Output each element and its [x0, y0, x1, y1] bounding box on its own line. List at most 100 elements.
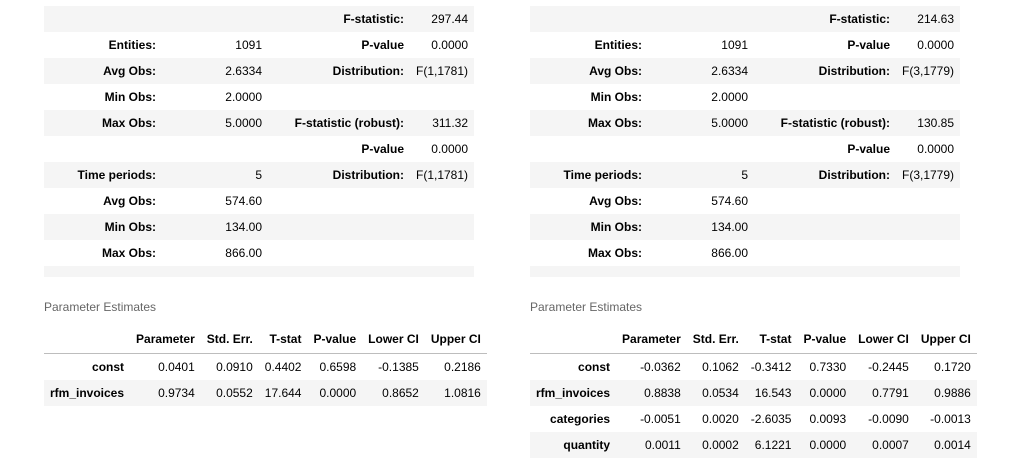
row-label: [530, 6, 648, 32]
row-label: Avg Obs:: [530, 58, 648, 84]
column-header: P-value: [307, 325, 362, 354]
row-label: Max Obs:: [530, 240, 648, 266]
row-label: Min Obs:: [44, 84, 162, 110]
column-header: Lower CI: [362, 325, 425, 354]
row-value: 2.0000: [648, 84, 754, 110]
stat-value: F(1,1781): [410, 162, 474, 188]
row-label: Avg Obs:: [530, 188, 648, 214]
cell: 17.644: [259, 380, 308, 406]
stat-value: 214.63: [896, 6, 960, 32]
column-header: Lower CI: [852, 325, 915, 354]
stat-label: [754, 84, 896, 110]
cell: -0.2445: [852, 354, 915, 381]
stat-value: 0.0000: [896, 136, 960, 162]
cell: -0.0362: [616, 354, 687, 381]
table-row: P-value0.0000: [44, 136, 474, 162]
row-label: Entities:: [530, 32, 648, 58]
stat-label: F-statistic:: [754, 6, 896, 32]
stat-value: 0.0000: [410, 32, 474, 58]
stat-label: F-statistic:: [268, 6, 410, 32]
cell: 0.8652: [362, 380, 425, 406]
stat-label: P-value: [754, 32, 896, 58]
stat-value: 311.32: [410, 110, 474, 136]
row-value: 2.0000: [162, 84, 268, 110]
table-spacer-row: [44, 266, 474, 277]
cell: -0.0090: [852, 406, 915, 432]
variable-name: rfm_invoices: [44, 380, 130, 406]
table-row: rfm_invoices 0.8838 0.0534 16.543 0.0000…: [530, 380, 977, 406]
cell: 0.7330: [797, 354, 852, 381]
row-value: 2.6334: [648, 58, 754, 84]
cell: 16.543: [745, 380, 798, 406]
stat-value: F(3,1779): [896, 162, 960, 188]
right-regression-output: F-statistic:214.63 Entities:1091P-value0…: [486, 0, 960, 277]
parameter-estimates-caption: Parameter Estimates: [44, 300, 156, 314]
row-label: Entities:: [44, 32, 162, 58]
row-value: 134.00: [648, 214, 754, 240]
column-header: Parameter: [130, 325, 201, 354]
stat-label: F-statistic (robust):: [754, 110, 896, 136]
stat-label: [754, 214, 896, 240]
cell: -0.0013: [915, 406, 977, 432]
cell: 0.6598: [307, 354, 362, 381]
parameter-estimates-table: Parameter Std. Err. T-stat P-value Lower…: [44, 325, 487, 406]
cell: 0.0552: [201, 380, 259, 406]
table-row: rfm_invoices 0.9734 0.0552 17.644 0.0000…: [44, 380, 487, 406]
row-value: [648, 6, 754, 32]
stat-value: 130.85: [896, 110, 960, 136]
row-label: Max Obs:: [44, 110, 162, 136]
column-header: T-stat: [259, 325, 308, 354]
column-header: P-value: [797, 325, 852, 354]
row-label: Avg Obs:: [44, 58, 162, 84]
summary-body: F-statistic:214.63 Entities:1091P-value0…: [530, 6, 960, 277]
cell: 0.8838: [616, 380, 687, 406]
stat-value: [410, 240, 474, 266]
column-header: [44, 325, 130, 354]
model-summary-table: F-statistic:297.44 Entities:1091 P-value0…: [44, 6, 474, 277]
cell: 0.0011: [616, 432, 687, 458]
table-row: Max Obs:866.00: [44, 240, 474, 266]
stat-value: [410, 214, 474, 240]
table-row: F-statistic:297.44: [44, 6, 474, 32]
table-row: const -0.0362 0.1062 -0.3412 0.7330 -0.2…: [530, 354, 977, 381]
stat-label: [268, 84, 410, 110]
table-row: F-statistic:214.63: [530, 6, 960, 32]
stat-label: P-value: [754, 136, 896, 162]
row-label: Max Obs:: [44, 240, 162, 266]
row-value: 1091: [648, 32, 754, 58]
stat-label: Distribution:: [268, 58, 410, 84]
row-value: 1091: [162, 32, 268, 58]
variable-name: const: [44, 354, 130, 381]
stat-value: [410, 84, 474, 110]
stat-label: Distribution:: [754, 162, 896, 188]
stat-value: [896, 214, 960, 240]
param-body: const -0.0362 0.1062 -0.3412 0.7330 -0.2…: [530, 354, 977, 458]
cell: 0.0000: [797, 380, 852, 406]
stat-value: [896, 188, 960, 214]
parameter-estimates-caption: Parameter Estimates: [530, 300, 642, 314]
table-row: Time periods:5Distribution:F(1,1781): [44, 162, 474, 188]
row-value: [162, 6, 268, 32]
cell: 0.9886: [915, 380, 977, 406]
column-header: [530, 325, 616, 354]
table-row: Entities:1091P-value0.0000: [530, 32, 960, 58]
row-label: [44, 136, 162, 162]
header-row: Parameter Std. Err. T-stat P-value Lower…: [44, 325, 487, 354]
table-row: Max Obs:5.0000F-statistic (robust):130.8…: [530, 110, 960, 136]
header-row: Parameter Std. Err. T-stat P-value Lower…: [530, 325, 977, 354]
stat-value: [896, 240, 960, 266]
column-header: Upper CI: [425, 325, 487, 354]
cell: -2.6035: [745, 406, 798, 432]
cell: 0.1062: [687, 354, 745, 381]
variable-name: const: [530, 354, 616, 381]
cell: 0.0534: [687, 380, 745, 406]
cell: 0.0093: [797, 406, 852, 432]
row-value: 866.00: [648, 240, 754, 266]
row-value: 2.6334: [162, 58, 268, 84]
table-row: Max Obs:866.00: [530, 240, 960, 266]
stat-value: F(3,1779): [896, 58, 960, 84]
cell: 0.1720: [915, 354, 977, 381]
table-row: Avg Obs:574.60: [530, 188, 960, 214]
column-header: T-stat: [745, 325, 798, 354]
table-row: Time periods:5Distribution:F(3,1779): [530, 162, 960, 188]
